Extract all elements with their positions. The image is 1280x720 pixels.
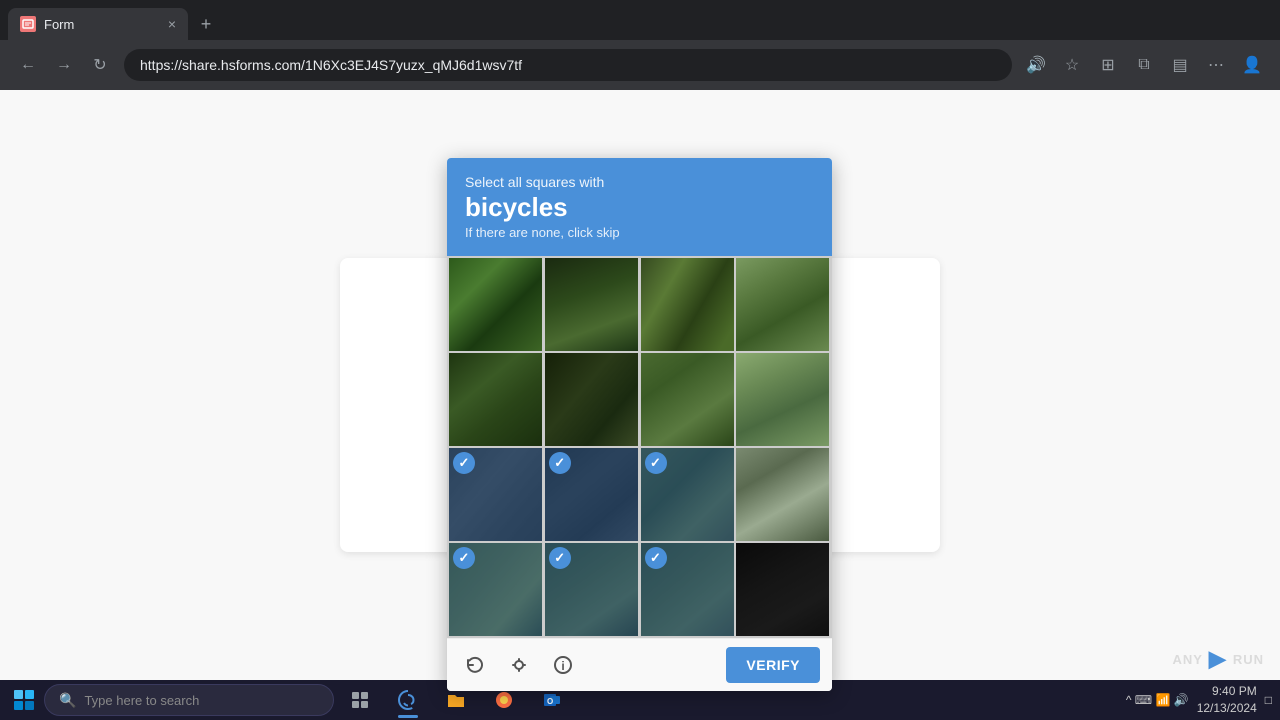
check-icon-r3c3: ✓ [645,452,667,474]
taskbar-task-view[interactable] [338,680,382,720]
captcha-cell-r2c3[interactable] [641,353,734,446]
check-icon-r3c1: ✓ [453,452,475,474]
tab-title: Form [44,17,74,32]
favorites-button[interactable]: ☆ [1056,49,1088,81]
captcha-cell-r3c4[interactable] [736,448,829,541]
tab-favicon [20,16,36,32]
nav-buttons: ← → ↻ [12,49,116,81]
more-button[interactable]: ⋯ [1200,49,1232,81]
tab-bar: Form × + [0,0,1280,40]
check-icon-r3c2: ✓ [549,452,571,474]
anyrun-arrow-icon: ▶ [1209,646,1227,672]
tab-close-button[interactable]: × [168,16,176,32]
captcha-cell-r4c1[interactable]: ✓ [449,543,542,636]
captcha-cell-r2c4[interactable] [736,353,829,446]
check-icon-r4c1: ✓ [453,547,475,569]
back-button[interactable]: ← [12,49,44,81]
captcha-cell-r3c1[interactable]: ✓ [449,448,542,541]
captcha-footer-buttons: i [459,649,579,681]
captcha-instruction-hint: If there are none, click skip [465,225,814,240]
active-tab[interactable]: Form × [8,8,188,40]
captcha-header: Select all squares with bicycles If ther… [447,158,832,256]
captcha-refresh-button[interactable] [459,649,491,681]
page-content: Verify you a protected by reCAPTCHA Priv… [0,90,1280,720]
split-button[interactable]: ⧉ [1128,49,1160,81]
refresh-button[interactable]: ↻ [84,49,116,81]
anyrun-text: ANY [1172,652,1202,667]
taskbar-search-bar[interactable]: 🔍 Type here to search [44,684,334,716]
captcha-dialog: Select all squares with bicycles If ther… [447,158,832,691]
anyrun-text2: RUN [1233,652,1264,667]
captcha-cell-r1c2[interactable] [545,258,638,351]
address-bar-input[interactable] [124,49,1012,81]
toolbar-buttons: 🔊 ☆ ⊞ ⧉ ▤ ⋯ 👤 [1020,49,1268,81]
check-icon-r4c3: ✓ [645,547,667,569]
forward-button[interactable]: → [48,49,80,81]
captcha-footer: i VERIFY [447,638,832,691]
captcha-image-grid: ✓ ✓ ✓ ✓ [447,256,832,638]
captcha-cell-r3c2[interactable]: ✓ [545,448,638,541]
captcha-cell-r2c1[interactable] [449,353,542,446]
taskbar-edge-app[interactable] [386,680,430,720]
captcha-cell-r3c3[interactable]: ✓ [641,448,734,541]
profile-button[interactable]: 👤 [1236,49,1268,81]
captcha-cell-r4c4[interactable] [736,543,829,636]
check-icon-r4c2: ✓ [549,547,571,569]
system-tray: ^ ⌨ 📶 🔊 9:40 PM 12/13/2024 □ [1126,683,1272,717]
captcha-instruction-main: bicycles [465,192,814,223]
start-button[interactable] [8,684,40,716]
browser-chrome: Form × + ← → ↻ 🔊 ☆ ⊞ ⧉ ▤ ⋯ 👤 [0,0,1280,90]
collections-button[interactable]: ▤ [1164,49,1196,81]
new-tab-button[interactable]: + [192,10,220,38]
taskbar-search-placeholder: Type here to search [84,693,199,708]
extensions-button[interactable]: ⊞ [1092,49,1124,81]
captcha-audio-button[interactable] [503,649,535,681]
captcha-verify-button[interactable]: VERIFY [726,647,820,683]
captcha-cell-r1c1[interactable] [449,258,542,351]
captcha-cell-r4c3[interactable]: ✓ [641,543,734,636]
notification-icon[interactable]: □ [1265,693,1272,707]
address-bar-row: ← → ↻ 🔊 ☆ ⊞ ⧉ ▤ ⋯ 👤 [0,40,1280,90]
tray-icons: ^ ⌨ 📶 🔊 [1126,693,1189,707]
svg-text:O: O [547,697,553,706]
captcha-cell-r1c3[interactable] [641,258,734,351]
captcha-cell-r1c4[interactable] [736,258,829,351]
taskbar-clock[interactable]: 9:40 PM 12/13/2024 [1197,683,1257,717]
anyrun-watermark: ANY ▶ RUN [1172,646,1264,672]
windows-logo-icon [14,690,34,710]
read-aloud-button[interactable]: 🔊 [1020,49,1052,81]
svg-text:i: i [561,659,564,673]
taskbar-search-icon: 🔍 [59,692,76,709]
captcha-info-button[interactable]: i [547,649,579,681]
captcha-instruction-sub: Select all squares with [465,174,814,190]
captcha-cell-r2c2[interactable] [545,353,638,446]
captcha-cell-r4c2[interactable]: ✓ [545,543,638,636]
